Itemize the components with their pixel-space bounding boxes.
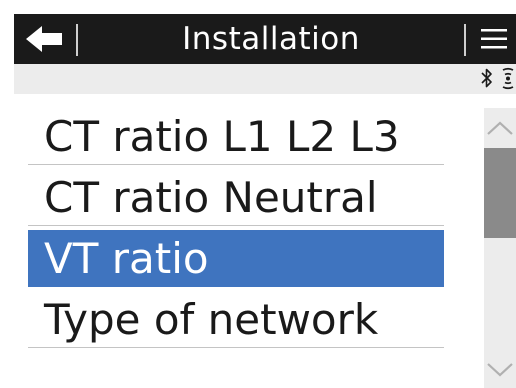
chevron-down-icon [487, 363, 513, 377]
header-bar: Installation [14, 14, 516, 64]
wireless-signal-icon [502, 67, 514, 90]
page-title: Installation [182, 21, 360, 57]
header-divider-right [464, 24, 466, 56]
menu-item-vt-ratio[interactable]: VT ratio [28, 230, 444, 287]
menu-item-ct-ratio-neutral[interactable]: CT ratio Neutral [28, 169, 444, 226]
menu-button[interactable] [472, 14, 516, 64]
menu-item-label: Type of network [44, 295, 379, 344]
scrollbar[interactable] [484, 108, 516, 388]
hamburger-menu-icon [481, 29, 507, 49]
chevron-up-icon [487, 121, 513, 135]
bluetooth-icon [481, 68, 492, 88]
menu-item-ct-ratio-l1-l2-l3[interactable]: CT ratio L1 L2 L3 [28, 108, 444, 165]
scroll-down-button[interactable] [484, 354, 516, 386]
status-icons [480, 66, 516, 90]
settings-menu-list: CT ratio L1 L2 L3 CT ratio Neutral VT ra… [28, 108, 444, 352]
scroll-up-button[interactable] [484, 112, 516, 144]
menu-item-type-of-network[interactable]: Type of network [28, 291, 444, 348]
menu-item-label: VT ratio [44, 234, 209, 283]
status-bar [14, 64, 516, 94]
back-button[interactable] [14, 14, 74, 64]
scrollbar-thumb[interactable] [484, 148, 516, 238]
header-divider-left [76, 24, 78, 56]
device-screen: Installation CT ratio L1 L2 L3 CT ratio … [0, 0, 516, 388]
arrow-left-icon [26, 26, 62, 52]
menu-item-label: CT ratio Neutral [44, 173, 378, 222]
menu-item-label: CT ratio L1 L2 L3 [44, 112, 400, 161]
